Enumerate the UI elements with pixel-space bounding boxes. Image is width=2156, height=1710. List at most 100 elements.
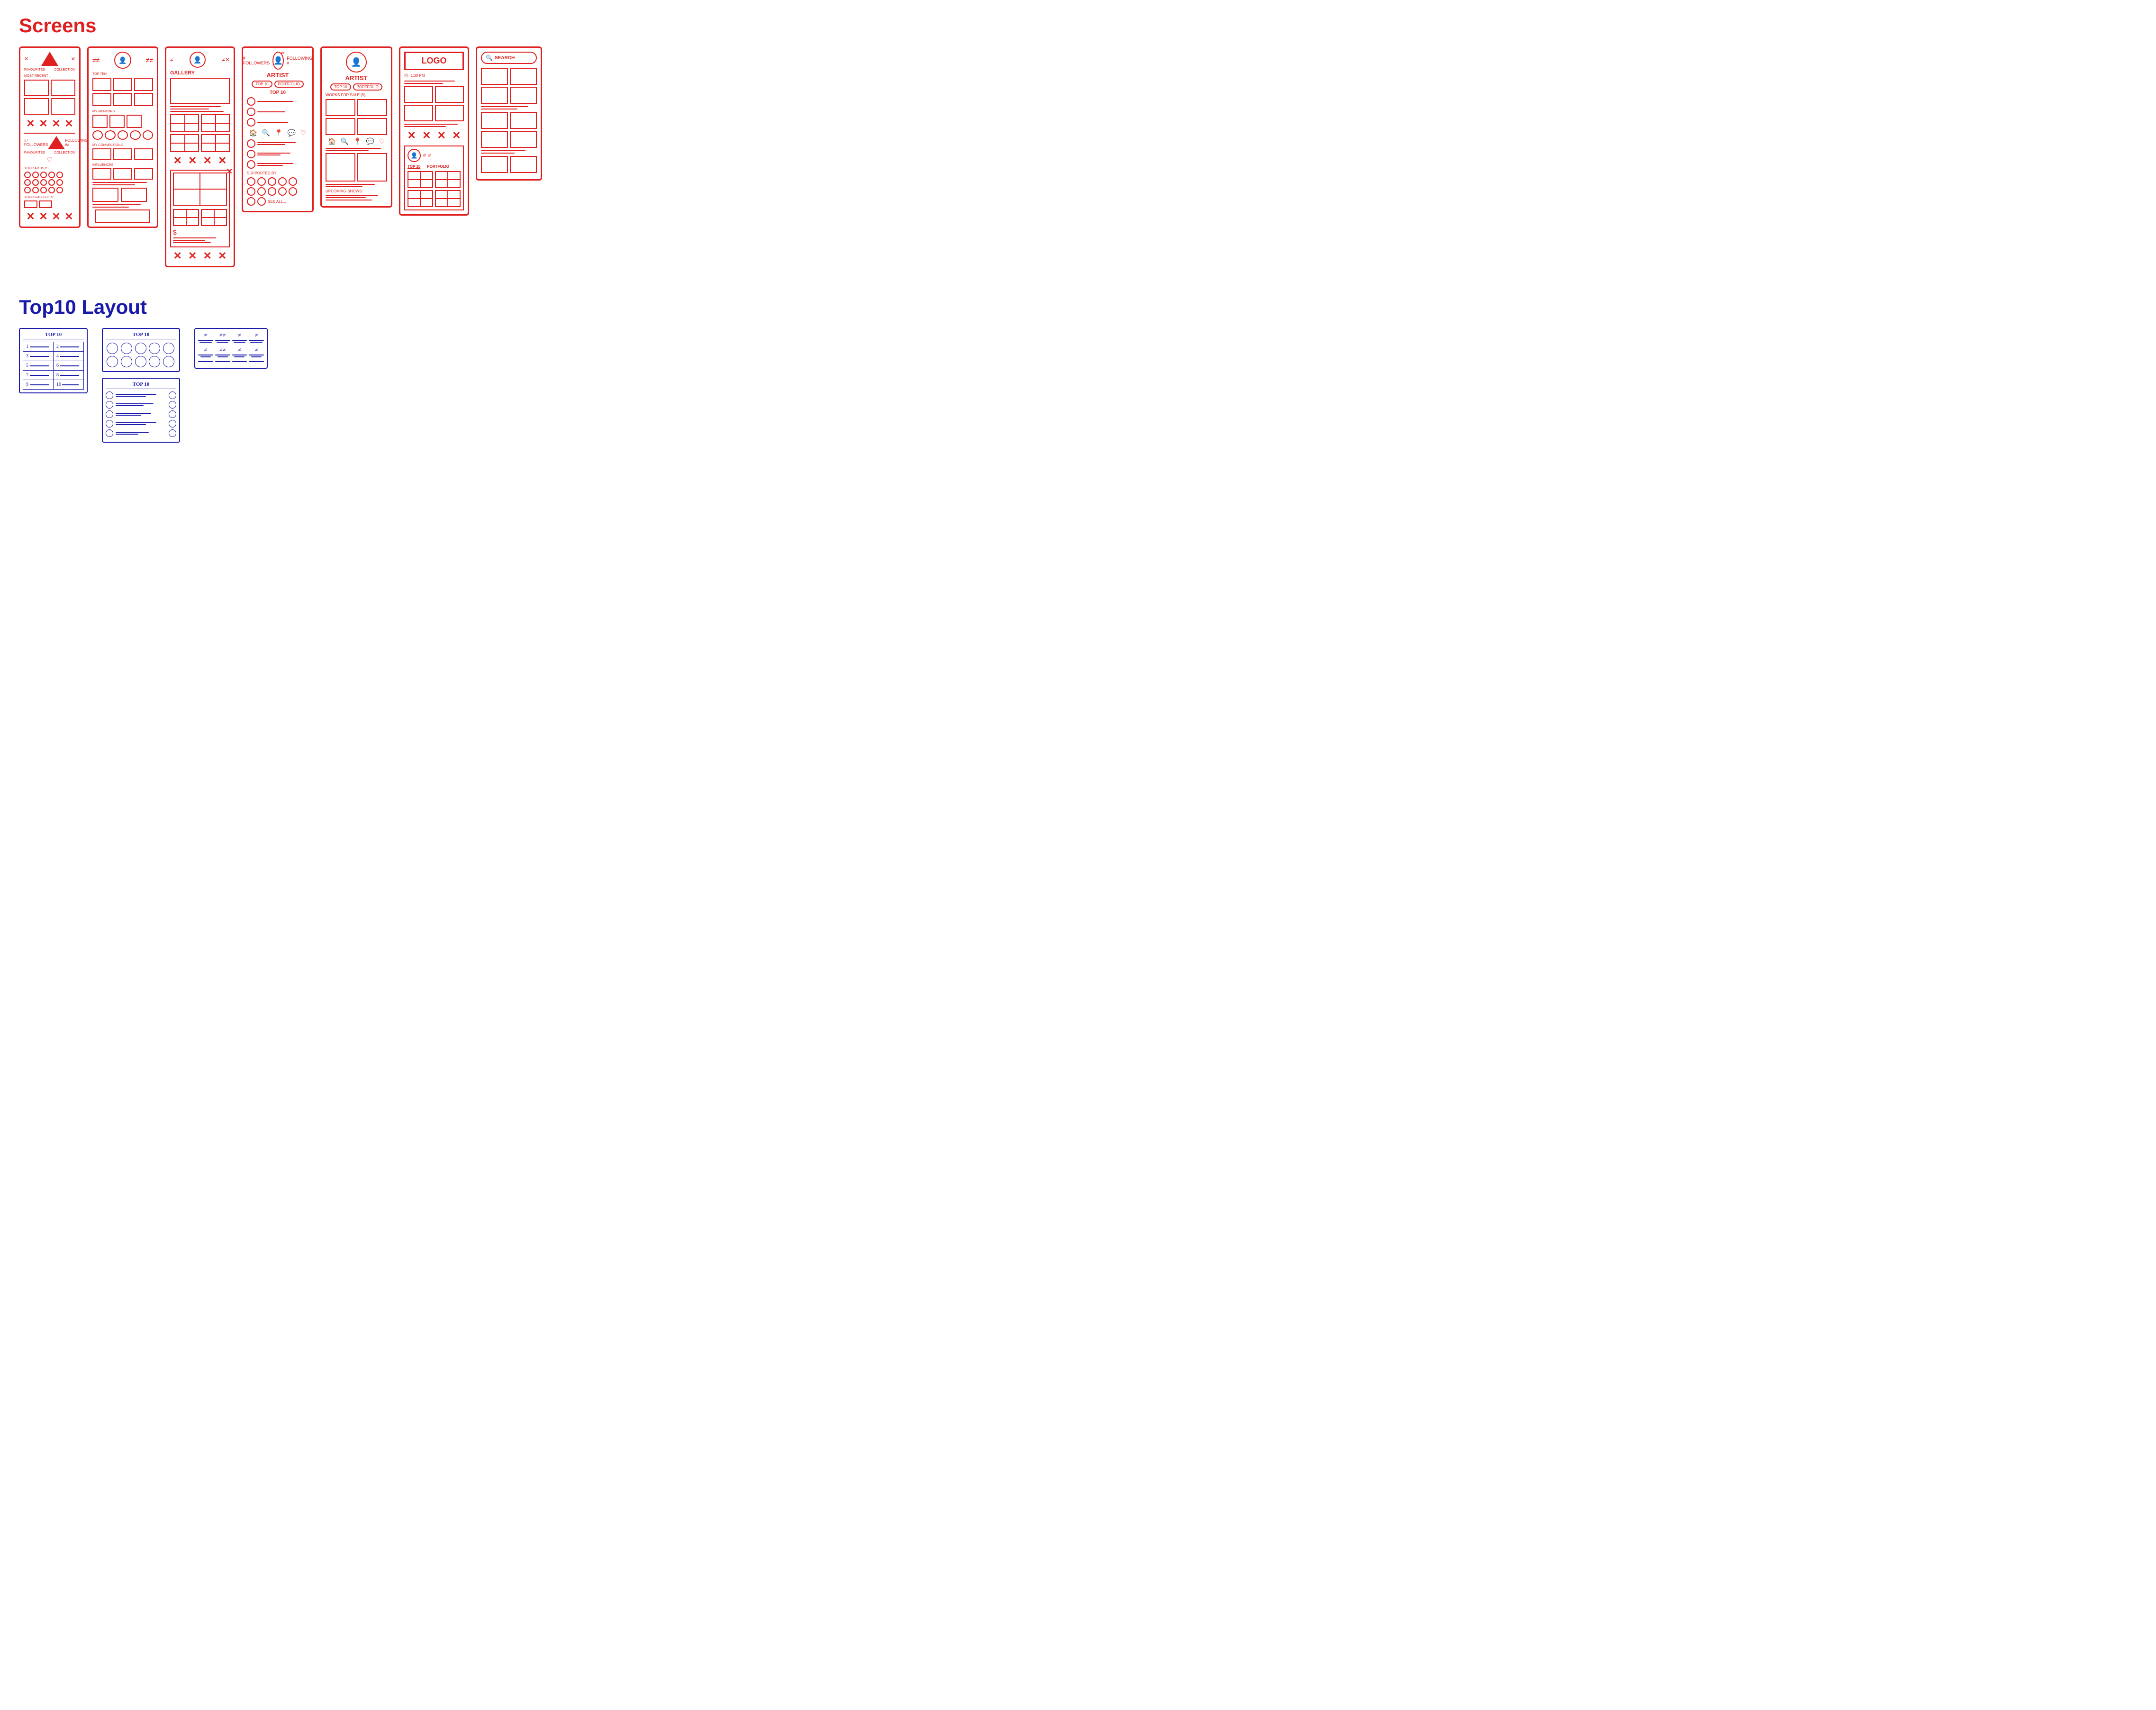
s6-x-3: ✕ — [437, 129, 446, 142]
nav-x-1: ✕ — [26, 118, 35, 130]
artists-circles — [24, 172, 75, 193]
s6-x-nav: ✕ ✕ ✕ ✕ — [404, 129, 464, 142]
screen-gallery: ≠ ≠✕ GALLERY ✕ ✕ ✕ ✕ — [165, 46, 235, 267]
search-bar[interactable]: 🔍 SEARCH — [481, 52, 537, 64]
bottom-nav-1: ✕ ✕ ✕ ✕ — [24, 118, 75, 130]
nav4-x-3: ✕ — [203, 250, 212, 262]
avatar-s5: 👤 — [351, 57, 362, 67]
top10-list-card: TOP 10 — [102, 378, 180, 443]
influences-grid — [92, 168, 153, 180]
hash-cell-2: ≠ — [198, 346, 213, 357]
mentors-row — [92, 115, 153, 128]
top10-list-items — [106, 391, 176, 437]
s5-heart-icon[interactable]: ♡ — [379, 137, 385, 146]
s5-home-icon[interactable]: 🏠 — [328, 137, 336, 146]
galleries-row — [24, 200, 75, 208]
avatar-s4: 👤 — [273, 56, 283, 65]
s6-x-2: ✕ — [422, 129, 431, 142]
s5-chat-icon[interactable]: 💬 — [366, 137, 374, 146]
nav2-x-2: ✕ — [39, 210, 47, 223]
screen-top-ten: ≠≠ ≠≠ TOP TEN MY MENTORS — [87, 46, 158, 228]
top-ten-grid — [92, 78, 153, 106]
s5-top10-tab[interactable]: TOP 10 — [330, 83, 351, 91]
avatar-icon-s2 — [118, 56, 127, 64]
circles-grid-top — [106, 342, 176, 368]
collection-label[interactable]: COLLECTION — [54, 68, 75, 72]
heart2-icon[interactable]: ♡ — [300, 129, 307, 137]
screen-artist-loggedin: # FOLLOWERS 👤 ✏ FOLLOWING # ARTIST TOP 1… — [242, 46, 314, 212]
s5-portfolio-tab[interactable]: PORTFOLIO — [353, 83, 382, 91]
artist-name-s4: ARTIST — [247, 72, 308, 79]
top10-circles-grid-card: TOP 10 — [102, 328, 180, 372]
time-label: 1:30 PM — [411, 73, 425, 78]
feed-grid — [24, 80, 75, 115]
top10-cards-row: TOP 10 1 2 3 4 5 6 7 8 — [19, 328, 550, 443]
search-results-grid — [481, 68, 537, 104]
s3-hash-right: ≠✕ — [222, 56, 230, 63]
hash-icon-c2: ≠≠ — [219, 332, 226, 339]
bottom-rect-s2 — [95, 209, 150, 223]
nav3-x-2: ✕ — [188, 155, 197, 167]
gallery-label: GALLERY — [170, 70, 195, 76]
home-icon[interactable]: 🏠 — [249, 129, 257, 137]
location-icon[interactable]: 📍 — [275, 129, 283, 137]
list-item — [106, 410, 176, 418]
s5-large-rects — [326, 153, 387, 182]
table-row: 7 8 — [23, 371, 84, 380]
chat-icon[interactable]: 💬 — [288, 129, 296, 137]
s5-tabs: TOP 10 PORTFOLIO — [326, 83, 387, 91]
gallery-panel2-nav: ✕ ✕ ✕ ✕ — [170, 250, 230, 262]
hash-cell-2: ≠ — [249, 346, 264, 357]
s5-location-icon[interactable]: 📍 — [353, 137, 362, 146]
my-connections-label: MY CONNECTIONS — [92, 144, 123, 147]
hash-grid-top: ≠ ≠≠ ≠ ≠ — [198, 332, 264, 362]
top10-list — [247, 97, 308, 127]
bottom-rects — [92, 188, 153, 202]
more-list — [247, 139, 308, 169]
lines-area2 — [92, 204, 153, 208]
portfolio-tab[interactable]: PORTFOLIO — [274, 81, 304, 88]
close-x-icon[interactable]: ✕ — [226, 167, 233, 176]
table-row: 9 10 — [23, 380, 84, 390]
search-grid-2 — [481, 112, 537, 148]
search-icon[interactable]: 🔍 — [262, 129, 270, 137]
price-icon: $ — [173, 228, 227, 236]
connections-grid — [92, 148, 153, 160]
nav3-x-4: ✕ — [218, 155, 226, 167]
s6-x-1: ✕ — [408, 129, 416, 142]
artist-header-s5: 👤 — [326, 52, 387, 73]
edit-pencil-icon[interactable]: ✏ — [281, 51, 285, 56]
action-icons-row: 🏠 🔍 📍 💬 ♡ — [247, 129, 308, 137]
avatar-icon-s3 — [193, 56, 201, 64]
followers-label-s1: #≠ FOLLOWERS — [24, 138, 48, 147]
list-item — [106, 401, 176, 409]
see-all-label[interactable]: SEE ALL... — [268, 200, 286, 204]
s6-top10-tab[interactable]: TOP 10 — [408, 164, 420, 169]
s4-following: FOLLOWING # — [287, 56, 312, 65]
wifi-icon: ◎ — [404, 73, 408, 78]
top10-tab[interactable]: TOP 10 — [252, 81, 272, 88]
your-artists: YOUR ARTISTS: — [24, 167, 49, 170]
s5-search-icon[interactable]: 🔍 — [341, 137, 349, 146]
top10-card4-header: TOP 10 — [106, 382, 176, 389]
s6-hash1: # — [423, 153, 426, 158]
nav4-x-4: ✕ — [218, 250, 226, 262]
s5-action-icons: 🏠 🔍 📍 💬 ♡ — [326, 137, 387, 146]
works-grid — [326, 99, 387, 135]
hash-icon-c1: ≠ — [204, 332, 208, 339]
nav3-x-1: ✕ — [173, 155, 182, 167]
hash-icon-r2c3: ≠ — [238, 346, 241, 354]
nav-x-4: ✕ — [64, 118, 73, 130]
most-recent-label: MOST RECENT ↓ — [24, 74, 51, 78]
artist-name-s5: ARTIST — [326, 74, 387, 82]
lines-area — [92, 182, 153, 185]
top10-circles-column: TOP 10 TOP 10 — [102, 328, 180, 443]
s3-hash-left: ≠ — [170, 56, 173, 63]
s4-followers: # FOLLOWERS — [243, 56, 270, 65]
nav2-x-4: ✕ — [64, 210, 73, 223]
s2-hash-right: ≠≠ — [146, 56, 153, 64]
s6-portfolio-tab[interactable]: PORTFOLIO — [427, 164, 449, 169]
upcoming-shows-label: UPCOMING SHOWS: — [326, 189, 387, 193]
favourites-label[interactable]: FAVOURITES — [24, 68, 45, 72]
search-label: SEARCH — [495, 55, 515, 61]
